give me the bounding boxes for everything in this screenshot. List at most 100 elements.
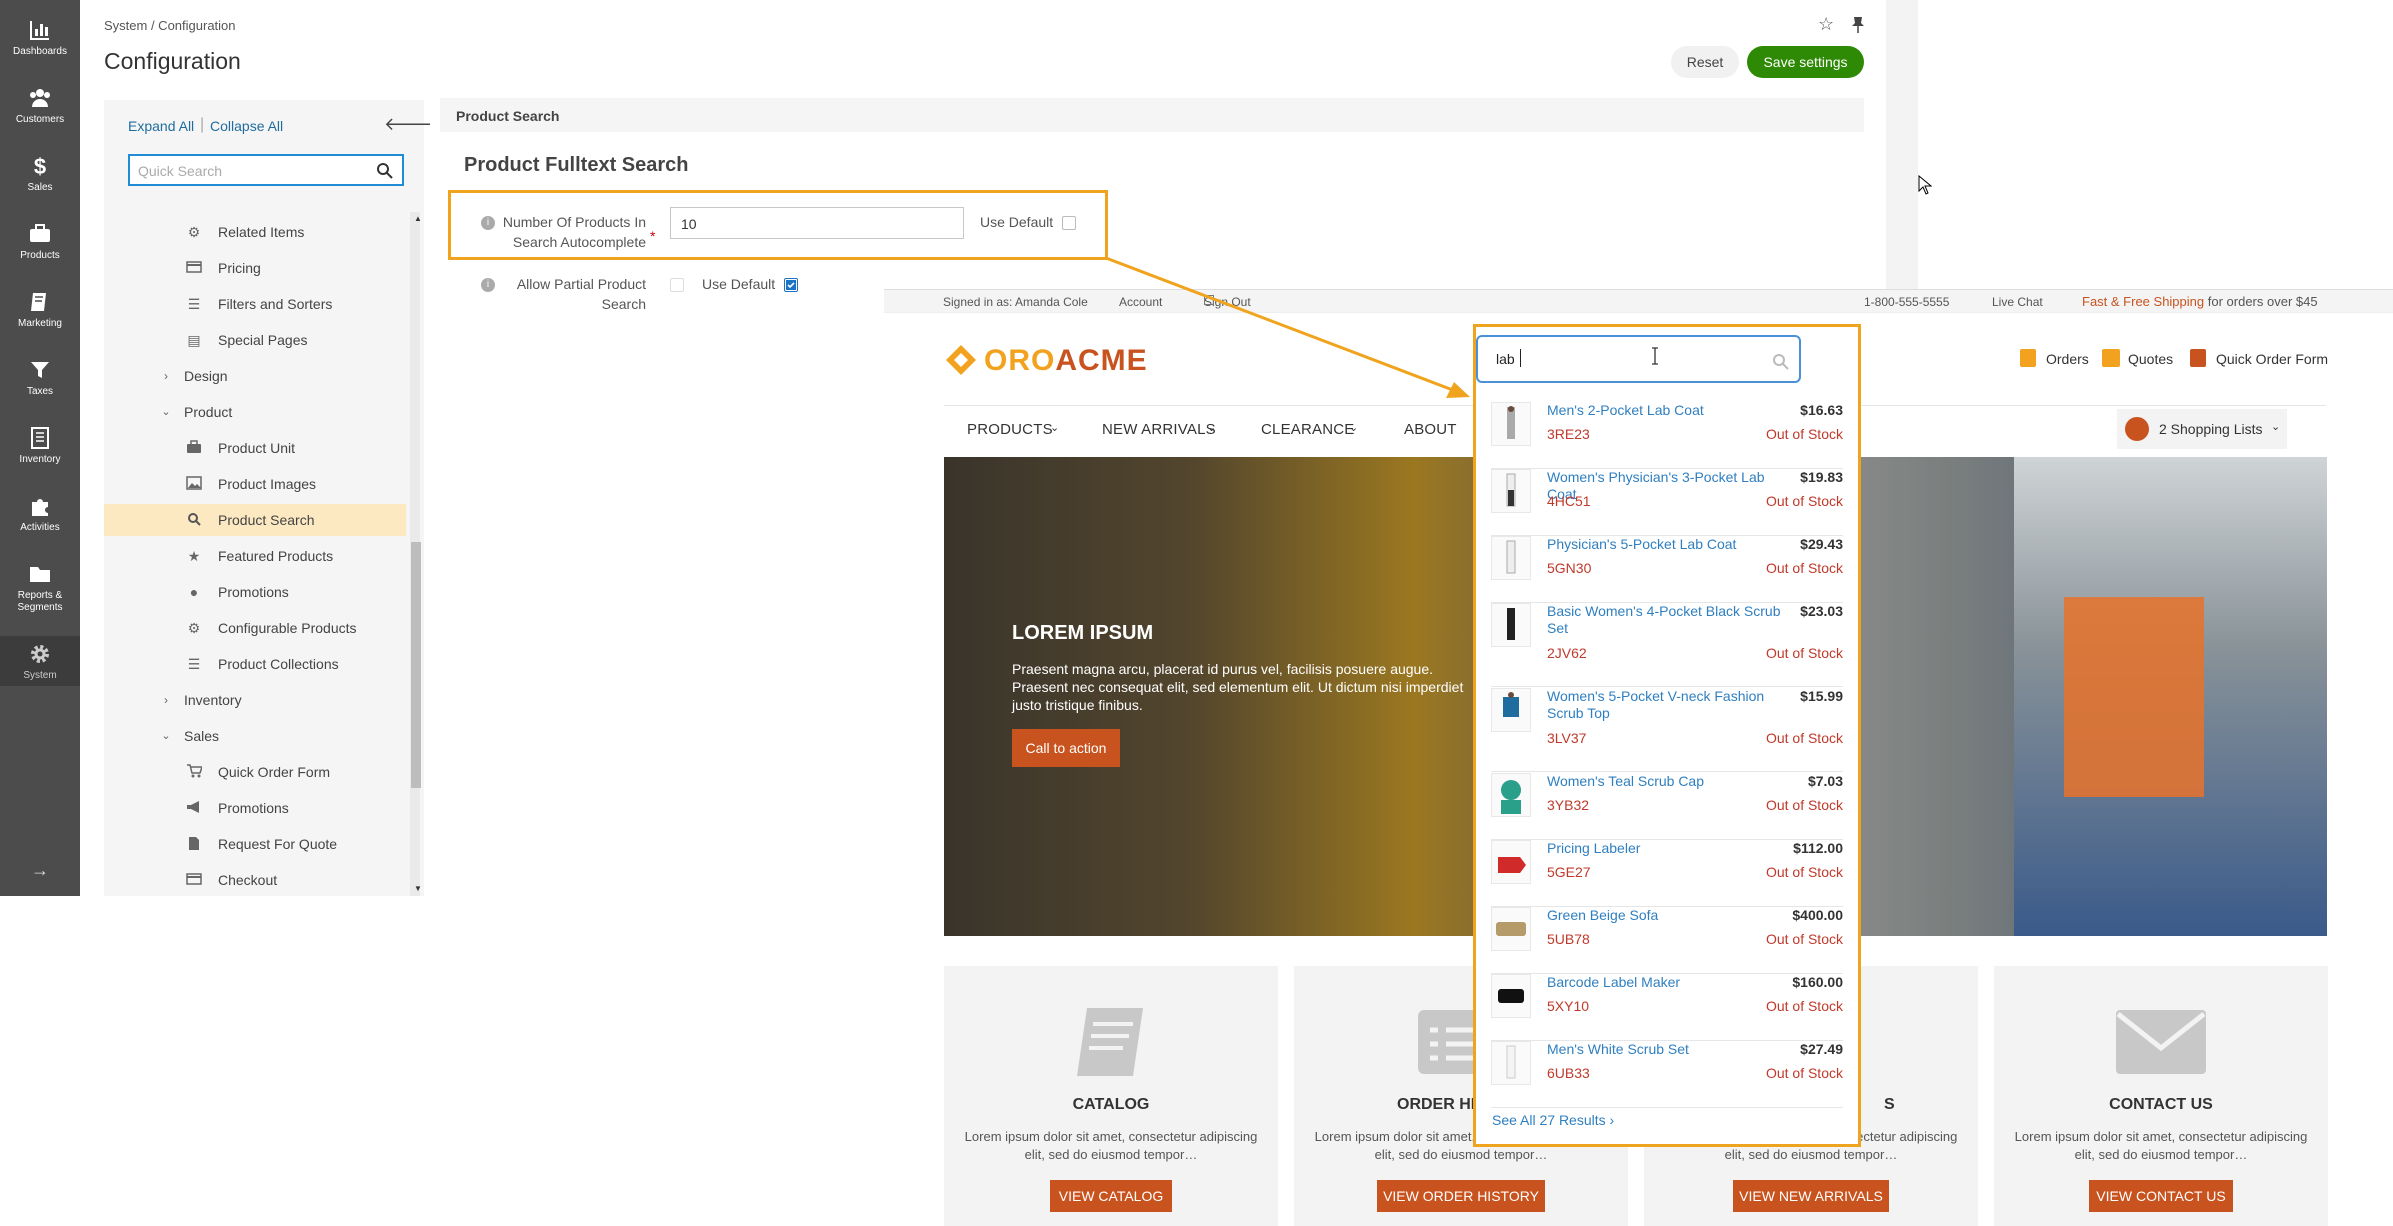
product-name[interactable]: Pricing Labeler <box>1547 840 1787 857</box>
autocomplete-item[interactable]: Barcode Label Maker $160.00 5XY10 Out of… <box>1491 974 1843 1041</box>
chevron-down-icon[interactable]: ⌄ <box>158 728 174 744</box>
collapse-all-link[interactable]: Collapse All <box>210 118 283 134</box>
search-icon[interactable] <box>1772 353 1790 371</box>
scroll-up-icon[interactable]: ▲ <box>414 214 422 223</box>
autocomplete-item[interactable]: Women's 5-Pocket V-neck Fashion Scrub To… <box>1491 688 1843 772</box>
sign-out-icon[interactable] <box>1204 295 1214 305</box>
expand-nav-icon[interactable]: → <box>30 860 50 880</box>
shopping-lists-widget[interactable]: 2 Shopping Lists ⌄ <box>2117 409 2287 449</box>
scroll-thumb[interactable] <box>411 542 421 788</box>
pin-icon[interactable] <box>1851 16 1865 34</box>
product-name[interactable]: Women's Teal Scrub Cap <box>1547 773 1787 790</box>
store-search-input[interactable]: lab <box>1476 335 1801 383</box>
nav-reports-segments[interactable]: Reports & Segments <box>0 562 80 614</box>
menu-new-arrivals[interactable]: NEW ARRIVALS <box>1102 421 1216 438</box>
product-name[interactable]: Basic Women's 4-Pocket Black Scrub Set <box>1547 603 1787 637</box>
product-name[interactable]: Physician's 5-Pocket Lab Coat <box>1547 536 1787 553</box>
tree-item-quick-order-form[interactable]: Quick Order Form <box>218 764 330 780</box>
use-default-checkbox[interactable] <box>1062 216 1076 230</box>
orders-link[interactable]: Orders <box>2046 351 2089 367</box>
reset-button[interactable]: Reset <box>1671 46 1739 78</box>
account-link[interactable]: Account <box>1119 295 1162 309</box>
view-catalog-button[interactable]: VIEW CATALOG <box>1050 1180 1172 1212</box>
orders-icon[interactable] <box>2020 349 2036 367</box>
see-all-results-link[interactable]: See All 27 Results › <box>1492 1112 1614 1128</box>
quick-order-icon[interactable] <box>2190 349 2206 367</box>
autocomplete-item[interactable]: Women's Teal Scrub Cap $7.03 3YB32 Out o… <box>1491 773 1843 840</box>
tree-item-product-collections[interactable]: Product Collections <box>218 656 339 672</box>
tree-scrollbar[interactable]: ▲ ▼ <box>410 212 422 896</box>
tree-item-special-pages[interactable]: Special Pages <box>218 332 308 348</box>
quick-order-link[interactable]: Quick Order Form <box>2216 351 2328 367</box>
search-icon[interactable] <box>376 162 394 180</box>
tree-item-checkout[interactable]: Checkout <box>218 872 277 888</box>
use-default-checkbox-checked[interactable] <box>784 278 798 292</box>
chevron-right-icon[interactable]: › <box>158 368 174 384</box>
tree-item-promotions[interactable]: Promotions <box>218 584 289 600</box>
tree-item-product[interactable]: Product <box>184 404 232 420</box>
quick-search-input[interactable]: Quick Search <box>128 154 404 186</box>
stock-status: Out of Stock <box>1765 998 1843 1014</box>
image-icon <box>186 476 202 492</box>
products-autocomplete-input[interactable]: 10 <box>670 207 964 239</box>
oroacme-logo-icon[interactable] <box>944 343 978 377</box>
nav-taxes[interactable]: Taxes <box>0 358 80 398</box>
tree-item-product-unit[interactable]: Product Unit <box>218 440 295 456</box>
product-name[interactable]: Men's White Scrub Set <box>1547 1041 1787 1058</box>
tree-item-product-images[interactable]: Product Images <box>218 476 316 492</box>
product-name[interactable]: Women's 5-Pocket V-neck Fashion Scrub To… <box>1547 688 1787 722</box>
autocomplete-item[interactable]: Basic Women's 4-Pocket Black Scrub Set $… <box>1491 603 1843 687</box>
autocomplete-item[interactable]: Men's 2-Pocket Lab Coat $16.63 3RE23 Out… <box>1491 402 1843 469</box>
expand-all-link[interactable]: Expand All <box>128 118 194 134</box>
tree-item-featured-products[interactable]: Featured Products <box>218 548 333 564</box>
autocomplete-item[interactable]: Green Beige Sofa $400.00 5UB78 Out of St… <box>1491 907 1843 974</box>
nav-customers[interactable]: Customers <box>0 86 80 126</box>
nav-label: Segments <box>17 602 63 613</box>
autocomplete-item[interactable]: Women's Physician's 3-Pocket Lab Coat $1… <box>1491 469 1843 536</box>
tree-item-sales[interactable]: Sales <box>184 728 219 744</box>
call-to-action-button[interactable]: Call to action <box>1012 729 1120 767</box>
tree-item-design[interactable]: Design <box>184 368 228 384</box>
nav-sales[interactable]: $ Sales <box>0 154 80 194</box>
logo-text[interactable]: OROACME <box>984 344 1148 378</box>
autocomplete-item[interactable]: Physician's 5-Pocket Lab Coat $29.43 5GN… <box>1491 536 1843 603</box>
quotes-link[interactable]: Quotes <box>2128 351 2173 367</box>
megaphone-icon <box>186 800 202 816</box>
scroll-down-icon[interactable]: ▼ <box>414 884 422 893</box>
view-contact-us-button[interactable]: VIEW CONTACT US <box>2089 1180 2233 1212</box>
nav-system[interactable]: System <box>0 636 80 686</box>
menu-clearance[interactable]: CLEARANCE <box>1261 421 1355 438</box>
tree-item-inventory[interactable]: Inventory <box>184 692 242 708</box>
quotes-icon[interactable] <box>2102 349 2120 367</box>
nav-label: Inventory <box>19 454 61 465</box>
nav-inventory[interactable]: Inventory <box>0 426 80 466</box>
tree-item-request-for-quote[interactable]: Request For Quote <box>218 836 337 852</box>
nav-products[interactable]: Products <box>0 222 80 262</box>
autocomplete-item[interactable]: Pricing Labeler $112.00 5GE27 Out of Sto… <box>1491 840 1843 907</box>
tree-item-pricing[interactable]: Pricing <box>218 260 261 276</box>
menu-about[interactable]: ABOUT <box>1404 421 1457 438</box>
nav-marketing[interactable]: Marketing <box>0 290 80 330</box>
tree-item-promotions-sales[interactable]: Promotions <box>218 800 289 816</box>
menu-products[interactable]: PRODUCTS <box>967 421 1053 438</box>
product-name[interactable]: Men's 2-Pocket Lab Coat <box>1547 402 1787 419</box>
chevron-down-icon[interactable]: ⌄ <box>158 404 174 420</box>
view-new-arrivals-button[interactable]: VIEW NEW ARRIVALS <box>1733 1180 1889 1212</box>
save-settings-button[interactable]: Save settings <box>1747 46 1864 78</box>
tree-item-configurable-products[interactable]: Configurable Products <box>218 620 357 636</box>
partial-search-checkbox[interactable] <box>670 278 684 292</box>
star-icon[interactable]: ☆ <box>1818 14 1834 35</box>
product-name[interactable]: Green Beige Sofa <box>1547 907 1787 924</box>
live-chat-link[interactable]: Live Chat <box>1992 295 2043 309</box>
product-name[interactable]: Barcode Label Maker <box>1547 974 1787 991</box>
tree-item-product-search[interactable]: Product Search <box>218 512 315 528</box>
tree-item-related-items[interactable]: Related Items <box>218 224 304 240</box>
nav-dashboards[interactable]: Dashboards <box>0 18 80 58</box>
chevron-right-icon[interactable]: › <box>158 692 174 708</box>
autocomplete-item[interactable]: Men's White Scrub Set $27.49 6UB33 Out o… <box>1491 1041 1843 1108</box>
collapse-panel-icon[interactable]: 🡐 <box>384 114 432 135</box>
product-sku: 5GN30 <box>1547 560 1592 576</box>
view-order-history-button[interactable]: VIEW ORDER HISTORY <box>1377 1180 1545 1212</box>
tree-item-filters-sorters[interactable]: Filters and Sorters <box>218 296 332 312</box>
nav-activities[interactable]: Activities <box>0 494 80 534</box>
